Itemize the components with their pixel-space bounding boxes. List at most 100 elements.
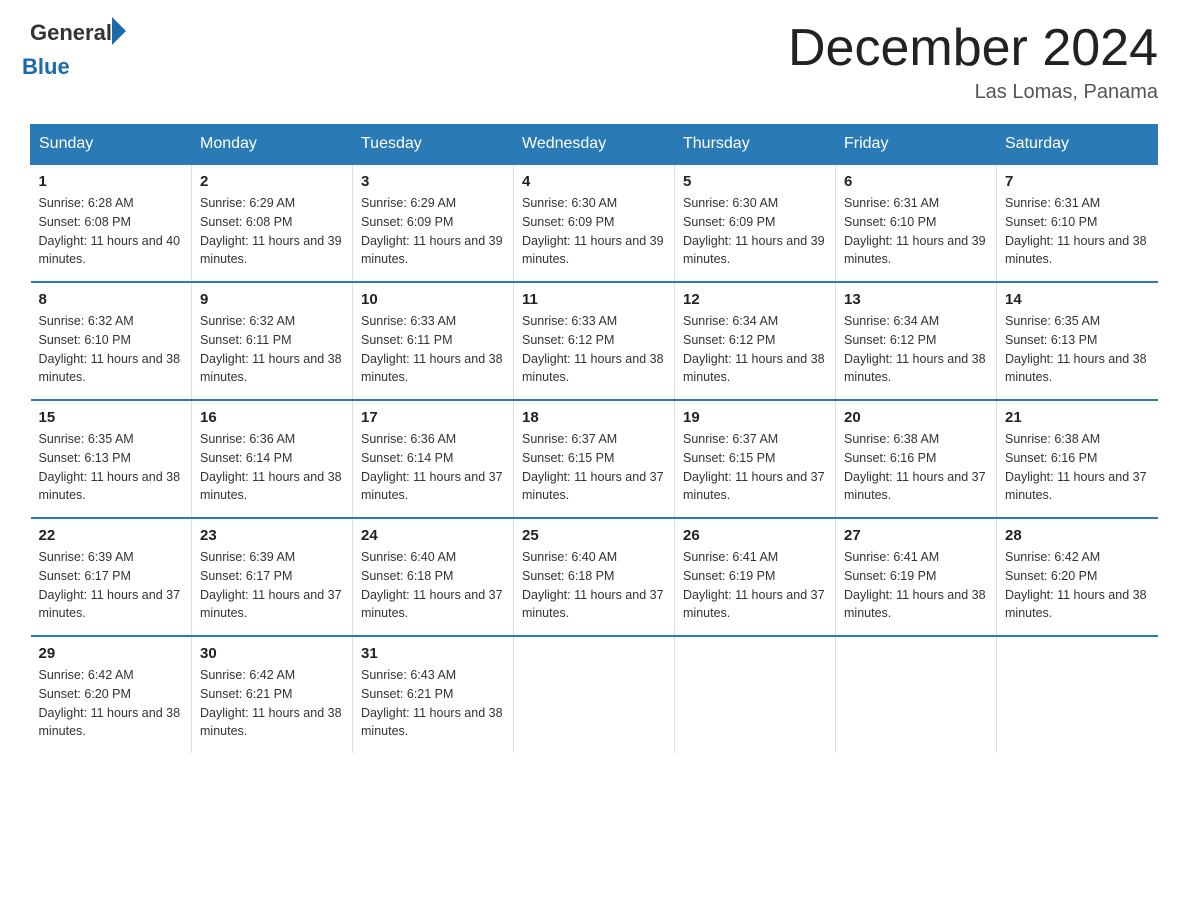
day-detail: Sunrise: 6:30 AMSunset: 6:09 PMDaylight:… bbox=[522, 196, 664, 266]
day-detail: Sunrise: 6:39 AMSunset: 6:17 PMDaylight:… bbox=[200, 550, 342, 620]
day-detail: Sunrise: 6:30 AMSunset: 6:09 PMDaylight:… bbox=[683, 196, 825, 266]
day-number: 29 bbox=[39, 645, 184, 662]
day-number: 16 bbox=[200, 409, 344, 426]
day-number: 18 bbox=[522, 409, 666, 426]
day-number: 28 bbox=[1005, 527, 1150, 544]
day-number: 21 bbox=[1005, 409, 1150, 426]
month-title: December 2024 bbox=[788, 20, 1158, 77]
day-number: 10 bbox=[361, 291, 505, 308]
calendar-day-cell bbox=[997, 636, 1158, 753]
day-number: 1 bbox=[39, 173, 184, 190]
day-number: 14 bbox=[1005, 291, 1150, 308]
calendar-week-row: 15 Sunrise: 6:35 AMSunset: 6:13 PMDaylig… bbox=[31, 400, 1158, 518]
day-number: 7 bbox=[1005, 173, 1150, 190]
calendar-day-cell: 27 Sunrise: 6:41 AMSunset: 6:19 PMDaylig… bbox=[836, 518, 997, 636]
calendar-day-cell: 31 Sunrise: 6:43 AMSunset: 6:21 PMDaylig… bbox=[353, 636, 514, 753]
day-detail: Sunrise: 6:36 AMSunset: 6:14 PMDaylight:… bbox=[361, 432, 503, 502]
day-number: 26 bbox=[683, 527, 827, 544]
day-detail: Sunrise: 6:34 AMSunset: 6:12 PMDaylight:… bbox=[683, 314, 825, 384]
day-detail: Sunrise: 6:41 AMSunset: 6:19 PMDaylight:… bbox=[844, 550, 986, 620]
calendar-day-cell: 18 Sunrise: 6:37 AMSunset: 6:15 PMDaylig… bbox=[514, 400, 675, 518]
day-number: 24 bbox=[361, 527, 505, 544]
calendar-week-row: 8 Sunrise: 6:32 AMSunset: 6:10 PMDayligh… bbox=[31, 282, 1158, 400]
calendar-week-row: 22 Sunrise: 6:39 AMSunset: 6:17 PMDaylig… bbox=[31, 518, 1158, 636]
day-number: 2 bbox=[200, 173, 344, 190]
day-detail: Sunrise: 6:28 AMSunset: 6:08 PMDaylight:… bbox=[39, 196, 181, 266]
day-detail: Sunrise: 6:43 AMSunset: 6:21 PMDaylight:… bbox=[361, 668, 503, 738]
day-detail: Sunrise: 6:39 AMSunset: 6:17 PMDaylight:… bbox=[39, 550, 181, 620]
day-detail: Sunrise: 6:31 AMSunset: 6:10 PMDaylight:… bbox=[844, 196, 986, 266]
day-detail: Sunrise: 6:41 AMSunset: 6:19 PMDaylight:… bbox=[683, 550, 825, 620]
calendar-day-cell: 14 Sunrise: 6:35 AMSunset: 6:13 PMDaylig… bbox=[997, 282, 1158, 400]
day-number: 5 bbox=[683, 173, 827, 190]
logo-general-text: General bbox=[30, 20, 112, 46]
calendar-day-header: Saturday bbox=[997, 125, 1158, 165]
calendar-day-cell: 8 Sunrise: 6:32 AMSunset: 6:10 PMDayligh… bbox=[31, 282, 192, 400]
day-detail: Sunrise: 6:40 AMSunset: 6:18 PMDaylight:… bbox=[522, 550, 664, 620]
day-number: 11 bbox=[522, 291, 666, 308]
calendar-day-cell: 9 Sunrise: 6:32 AMSunset: 6:11 PMDayligh… bbox=[192, 282, 353, 400]
calendar-day-cell: 23 Sunrise: 6:39 AMSunset: 6:17 PMDaylig… bbox=[192, 518, 353, 636]
day-detail: Sunrise: 6:32 AMSunset: 6:11 PMDaylight:… bbox=[200, 314, 342, 384]
day-number: 23 bbox=[200, 527, 344, 544]
day-detail: Sunrise: 6:36 AMSunset: 6:14 PMDaylight:… bbox=[200, 432, 342, 502]
calendar-day-cell: 4 Sunrise: 6:30 AMSunset: 6:09 PMDayligh… bbox=[514, 164, 675, 282]
calendar-day-cell: 10 Sunrise: 6:33 AMSunset: 6:11 PMDaylig… bbox=[353, 282, 514, 400]
calendar-day-cell: 7 Sunrise: 6:31 AMSunset: 6:10 PMDayligh… bbox=[997, 164, 1158, 282]
logo: General Blue bbox=[30, 20, 126, 80]
calendar-day-cell: 11 Sunrise: 6:33 AMSunset: 6:12 PMDaylig… bbox=[514, 282, 675, 400]
day-number: 19 bbox=[683, 409, 827, 426]
calendar-header-row: SundayMondayTuesdayWednesdayThursdayFrid… bbox=[31, 125, 1158, 165]
day-number: 6 bbox=[844, 173, 988, 190]
day-number: 25 bbox=[522, 527, 666, 544]
calendar-week-row: 29 Sunrise: 6:42 AMSunset: 6:20 PMDaylig… bbox=[31, 636, 1158, 753]
day-number: 31 bbox=[361, 645, 505, 662]
calendar-day-cell: 30 Sunrise: 6:42 AMSunset: 6:21 PMDaylig… bbox=[192, 636, 353, 753]
day-detail: Sunrise: 6:37 AMSunset: 6:15 PMDaylight:… bbox=[522, 432, 664, 502]
day-number: 15 bbox=[39, 409, 184, 426]
calendar-day-cell: 15 Sunrise: 6:35 AMSunset: 6:13 PMDaylig… bbox=[31, 400, 192, 518]
calendar-day-cell: 1 Sunrise: 6:28 AMSunset: 6:08 PMDayligh… bbox=[31, 164, 192, 282]
logo-blue-text: Blue bbox=[22, 54, 126, 80]
calendar-day-cell: 26 Sunrise: 6:41 AMSunset: 6:19 PMDaylig… bbox=[675, 518, 836, 636]
calendar-day-cell: 24 Sunrise: 6:40 AMSunset: 6:18 PMDaylig… bbox=[353, 518, 514, 636]
logo-arrow-icon bbox=[112, 17, 126, 45]
day-detail: Sunrise: 6:34 AMSunset: 6:12 PMDaylight:… bbox=[844, 314, 986, 384]
calendar-day-cell: 6 Sunrise: 6:31 AMSunset: 6:10 PMDayligh… bbox=[836, 164, 997, 282]
calendar-day-cell bbox=[675, 636, 836, 753]
day-number: 30 bbox=[200, 645, 344, 662]
day-detail: Sunrise: 6:31 AMSunset: 6:10 PMDaylight:… bbox=[1005, 196, 1147, 266]
calendar-day-cell: 19 Sunrise: 6:37 AMSunset: 6:15 PMDaylig… bbox=[675, 400, 836, 518]
day-number: 17 bbox=[361, 409, 505, 426]
calendar-day-cell: 3 Sunrise: 6:29 AMSunset: 6:09 PMDayligh… bbox=[353, 164, 514, 282]
calendar-table: SundayMondayTuesdayWednesdayThursdayFrid… bbox=[30, 124, 1158, 753]
day-detail: Sunrise: 6:32 AMSunset: 6:10 PMDaylight:… bbox=[39, 314, 181, 384]
day-detail: Sunrise: 6:35 AMSunset: 6:13 PMDaylight:… bbox=[39, 432, 181, 502]
calendar-day-cell: 22 Sunrise: 6:39 AMSunset: 6:17 PMDaylig… bbox=[31, 518, 192, 636]
calendar-day-header: Wednesday bbox=[514, 125, 675, 165]
day-number: 13 bbox=[844, 291, 988, 308]
calendar-day-header: Thursday bbox=[675, 125, 836, 165]
calendar-day-cell: 25 Sunrise: 6:40 AMSunset: 6:18 PMDaylig… bbox=[514, 518, 675, 636]
day-detail: Sunrise: 6:38 AMSunset: 6:16 PMDaylight:… bbox=[1005, 432, 1147, 502]
day-detail: Sunrise: 6:38 AMSunset: 6:16 PMDaylight:… bbox=[844, 432, 986, 502]
day-number: 22 bbox=[39, 527, 184, 544]
day-detail: Sunrise: 6:35 AMSunset: 6:13 PMDaylight:… bbox=[1005, 314, 1147, 384]
calendar-day-cell: 5 Sunrise: 6:30 AMSunset: 6:09 PMDayligh… bbox=[675, 164, 836, 282]
day-detail: Sunrise: 6:40 AMSunset: 6:18 PMDaylight:… bbox=[361, 550, 503, 620]
calendar-day-header: Sunday bbox=[31, 125, 192, 165]
calendar-day-cell: 29 Sunrise: 6:42 AMSunset: 6:20 PMDaylig… bbox=[31, 636, 192, 753]
calendar-day-cell: 12 Sunrise: 6:34 AMSunset: 6:12 PMDaylig… bbox=[675, 282, 836, 400]
day-number: 9 bbox=[200, 291, 344, 308]
day-detail: Sunrise: 6:33 AMSunset: 6:12 PMDaylight:… bbox=[522, 314, 664, 384]
calendar-day-cell: 16 Sunrise: 6:36 AMSunset: 6:14 PMDaylig… bbox=[192, 400, 353, 518]
day-number: 20 bbox=[844, 409, 988, 426]
day-detail: Sunrise: 6:42 AMSunset: 6:20 PMDaylight:… bbox=[39, 668, 181, 738]
calendar-day-cell: 21 Sunrise: 6:38 AMSunset: 6:16 PMDaylig… bbox=[997, 400, 1158, 518]
day-detail: Sunrise: 6:42 AMSunset: 6:21 PMDaylight:… bbox=[200, 668, 342, 738]
day-detail: Sunrise: 6:33 AMSunset: 6:11 PMDaylight:… bbox=[361, 314, 503, 384]
day-number: 3 bbox=[361, 173, 505, 190]
day-number: 27 bbox=[844, 527, 988, 544]
day-number: 12 bbox=[683, 291, 827, 308]
calendar-day-cell: 20 Sunrise: 6:38 AMSunset: 6:16 PMDaylig… bbox=[836, 400, 997, 518]
